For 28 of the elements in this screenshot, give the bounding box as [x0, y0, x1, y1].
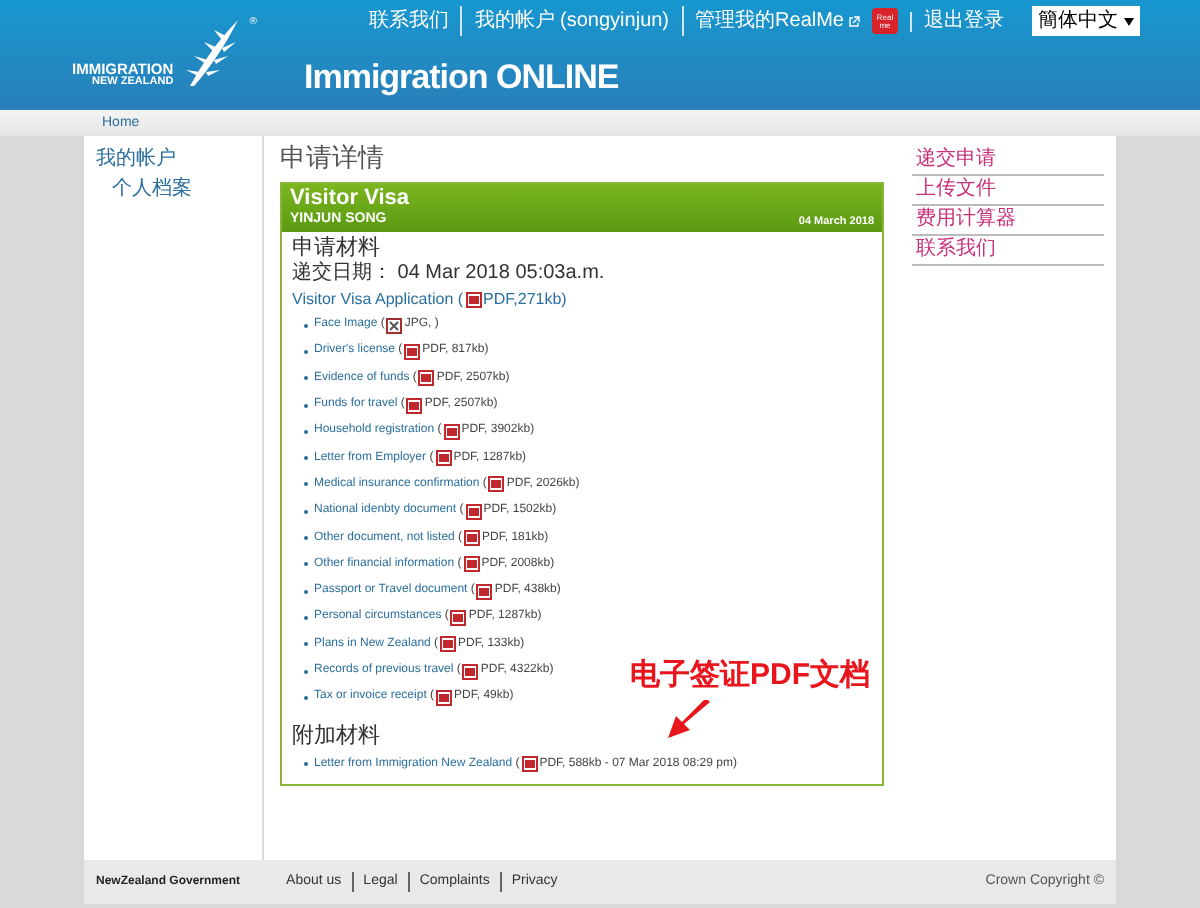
fern-icon — [181, 16, 242, 88]
caret-icon — [1124, 17, 1134, 25]
application-document-link[interactable]: Visitor Visa Application — [292, 286, 454, 312]
site-title: Immigration ONLINE — [304, 56, 619, 100]
submission-date: 递交日期： 04 Mar 2018 05:03a.m. — [292, 262, 607, 286]
annotation-text: 电子签证PDF文档 — [630, 656, 870, 697]
side-menu-link[interactable]: 联系我们 — [912, 236, 1104, 266]
pdf-file-icon — [465, 291, 482, 307]
arrow-icon — [666, 699, 714, 740]
side-menu-link[interactable]: 费用计算器 — [912, 206, 1104, 236]
language-select[interactable]: 簡体中文 — [1032, 6, 1140, 36]
top-link[interactable]: 联系我们 — [356, 6, 463, 36]
top-link[interactable]: 管理我的RealMe — [683, 6, 844, 36]
visa-type: Visitor Visa — [290, 185, 410, 209]
image-file-icon — [386, 317, 403, 334]
top-link[interactable]: 我的帐户 (songyinjun) — [462, 6, 684, 36]
sidebar-link[interactable]: 个人档案 — [96, 174, 250, 204]
logout-link[interactable]: 退出登录 — [912, 6, 1016, 36]
page-title: 申请详情 — [280, 140, 386, 176]
sidebar-heading: 我的帐户 — [96, 145, 178, 174]
file-info: PDF,271kb) — [483, 288, 567, 312]
side-menu-link[interactable]: 上传文件 — [912, 176, 1104, 206]
file-info-paren: ( — [455, 288, 464, 312]
section-heading: 申请材料 — [292, 234, 382, 261]
external-link-icon — [848, 15, 860, 27]
pdf-file-icon — [521, 756, 538, 773]
section-heading: 附加材料 — [292, 722, 382, 751]
side-menu-link[interactable]: 递交申请 — [912, 146, 1104, 176]
